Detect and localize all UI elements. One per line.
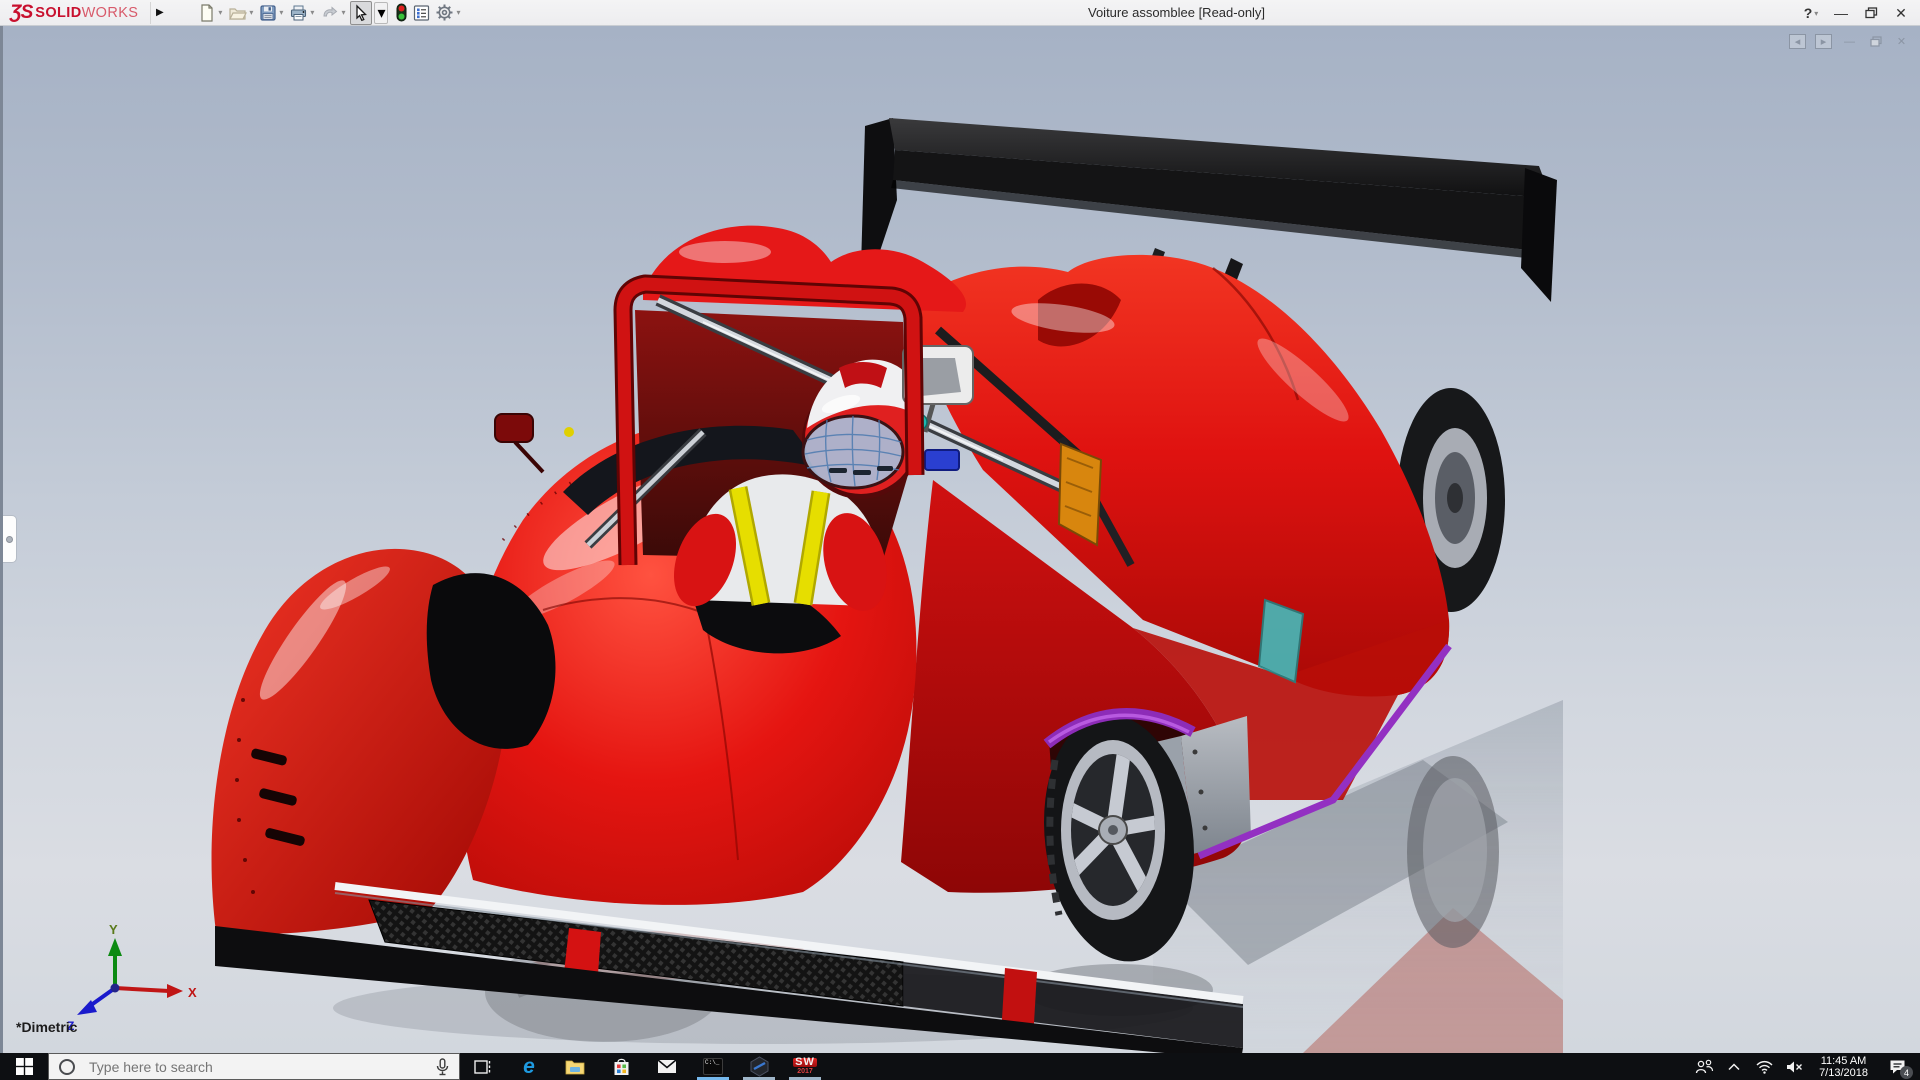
print-icon [289, 4, 308, 22]
task-view-button[interactable] [460, 1053, 506, 1080]
svg-text:Y: Y [109, 922, 118, 937]
graphics-viewport[interactable]: ◂ ▸ — ✕ [0, 26, 1920, 1053]
windows-logo-icon [16, 1058, 33, 1075]
select-tool-dropdown[interactable]: ▾ [374, 2, 388, 24]
doc-previous-button[interactable]: ◂ [1789, 34, 1806, 49]
task-view-icon [474, 1059, 492, 1075]
wifi-icon [1756, 1060, 1773, 1074]
window-title: Voiture assomblee [Read-only] [1088, 5, 1265, 20]
minimize-button[interactable]: — [1826, 1, 1856, 25]
network-button[interactable] [1751, 1053, 1777, 1080]
options-gear-icon [435, 3, 454, 22]
command-prompt-button[interactable]: C:\_ [690, 1053, 736, 1080]
clock-date: 7/13/2018 [1819, 1067, 1868, 1079]
doc-close-button[interactable]: ✕ [1893, 34, 1910, 49]
open-dropdown[interactable]: ▾ [249, 8, 253, 17]
doc-minimize-button[interactable]: — [1841, 34, 1858, 49]
help-button[interactable]: ? ▾ [1796, 1, 1826, 25]
solidworks-logo-glyph: ƷS [10, 2, 32, 24]
print-dropdown[interactable]: ▾ [310, 8, 314, 17]
menu-expand-arrow-icon[interactable]: ▶ [150, 2, 168, 24]
save-button[interactable]: ▾ [258, 1, 286, 25]
yellow-fitting [564, 427, 574, 437]
save-floppy-icon [259, 4, 277, 22]
mail-button[interactable] [644, 1053, 690, 1080]
windows-taskbar: e C:\_ [0, 1053, 1920, 1080]
people-icon [1695, 1059, 1714, 1074]
solidworks-logo: ƷS SOLID WORKS [0, 0, 146, 26]
panel-tab-grip [6, 536, 13, 543]
store-button[interactable] [598, 1053, 644, 1080]
select-tool-button[interactable] [350, 1, 372, 25]
close-button[interactable]: ✕ [1886, 1, 1916, 25]
new-document-button[interactable]: ▾ [197, 1, 225, 25]
titlebar: ƷS SOLID WORKS ▶ ▾ ▾ ▾ [0, 0, 1920, 26]
save-dropdown[interactable]: ▾ [279, 8, 283, 17]
notification-badge: 4 [1900, 1066, 1913, 1079]
edrawings-button[interactable] [736, 1053, 782, 1080]
restore-icon [1865, 7, 1878, 19]
system-tray: 11:45 AM 7/13/2018 4 [1691, 1053, 1920, 1080]
solidworks-2017-icon: SW 2017 [793, 1058, 817, 1076]
file-explorer-button[interactable] [552, 1053, 598, 1080]
teal-side-window [1259, 600, 1303, 682]
volume-button[interactable] [1781, 1053, 1807, 1080]
undo-dropdown[interactable]: ▾ [341, 8, 345, 17]
standard-toolbar: ▾ ▾ ▾ ▾ [196, 0, 464, 26]
solidworks-2017-button[interactable]: SW 2017 [782, 1053, 828, 1080]
edge-icon: e [523, 1057, 535, 1077]
doc-restore-button[interactable] [1867, 34, 1884, 49]
options-dropdown[interactable]: ▾ [456, 8, 460, 17]
rebuild-traffic-light-icon [395, 3, 408, 22]
svg-text:X: X [188, 985, 197, 1000]
new-document-icon [198, 4, 216, 22]
options-button[interactable]: ▾ [434, 1, 463, 25]
file-properties-icon [412, 4, 431, 22]
feature-panel-collapsed-tab[interactable] [3, 515, 17, 563]
help-dropdown[interactable]: ▾ [1814, 9, 1818, 18]
document-window-controls: ◂ ▸ — ✕ [1789, 34, 1910, 49]
clock-time: 11:45 AM [1819, 1055, 1868, 1067]
microphone-icon[interactable] [436, 1058, 449, 1076]
mail-icon [657, 1059, 677, 1074]
action-center-button[interactable]: 4 [1880, 1053, 1914, 1080]
command-prompt-icon: C:\_ [703, 1058, 723, 1075]
car-model-canvas[interactable] [3, 26, 1920, 1053]
print-button[interactable]: ▾ [288, 1, 317, 25]
rebuild-button[interactable] [394, 1, 409, 25]
clock[interactable]: 11:45 AM 7/13/2018 [1811, 1055, 1876, 1079]
restore-button[interactable] [1856, 1, 1886, 25]
store-icon [613, 1058, 630, 1076]
people-button[interactable] [1691, 1053, 1717, 1080]
start-button[interactable] [0, 1053, 48, 1080]
side-mirror[interactable] [495, 414, 543, 472]
file-explorer-icon [565, 1059, 585, 1075]
view-orientation-label: *Dimetric [16, 1019, 77, 1035]
open-button[interactable]: ▾ [227, 1, 256, 25]
undo-button[interactable]: ▾ [319, 1, 348, 25]
doc-restore-icon [1870, 36, 1882, 47]
undo-arrow-icon [320, 4, 339, 22]
tray-overflow-button[interactable] [1721, 1053, 1747, 1080]
doc-next-button[interactable]: ▸ [1815, 34, 1832, 49]
edrawings-hexagon-icon [749, 1056, 770, 1077]
new-dropdown[interactable]: ▾ [218, 8, 222, 17]
file-properties-button[interactable] [411, 1, 432, 25]
taskbar-apps: e C:\_ [460, 1053, 828, 1080]
chevron-up-icon [1728, 1063, 1740, 1071]
taskbar-search[interactable] [48, 1053, 460, 1080]
volume-muted-icon [1786, 1060, 1803, 1074]
edge-button[interactable]: e [506, 1053, 552, 1080]
open-folder-icon [228, 4, 247, 22]
window-controls: ? ▾ — ✕ [1796, 0, 1916, 26]
search-input[interactable] [87, 1058, 430, 1076]
select-cursor-icon [352, 4, 370, 22]
cortana-icon [59, 1059, 75, 1075]
